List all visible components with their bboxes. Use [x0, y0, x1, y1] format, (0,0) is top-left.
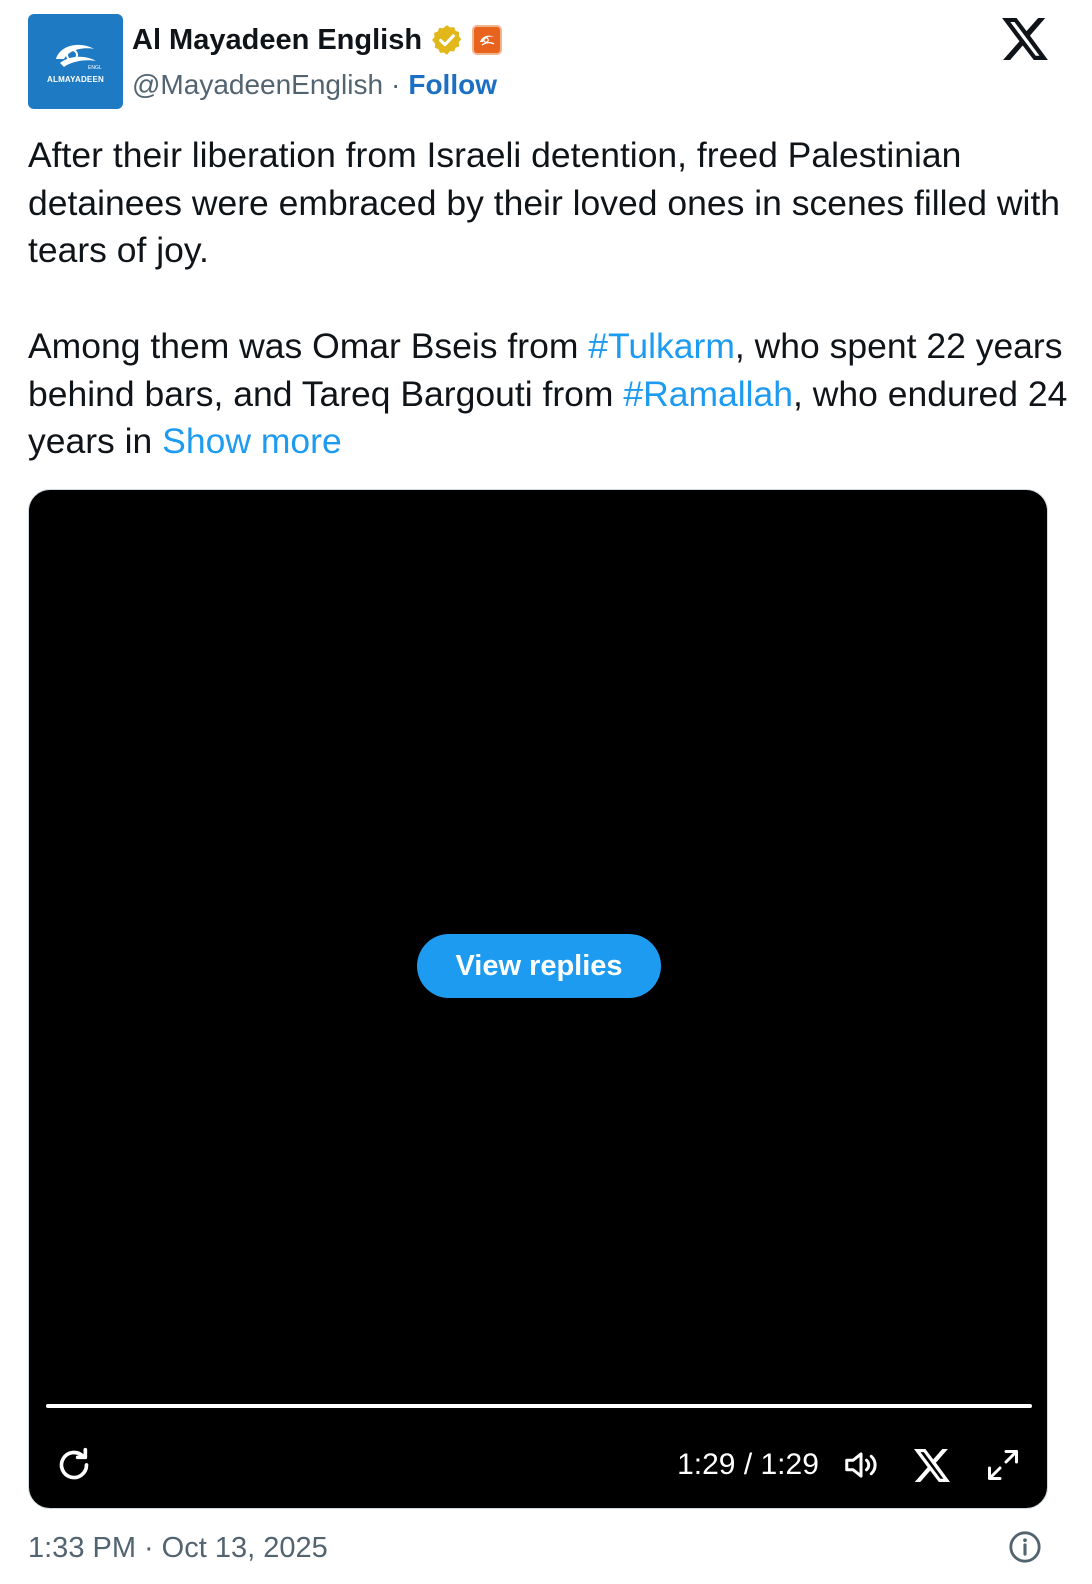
replay-icon	[59, 1447, 89, 1480]
svg-text:ENGLISH: ENGLISH	[88, 65, 102, 71]
affiliate-logo-icon	[480, 35, 495, 46]
x-logo-icon[interactable]	[1002, 18, 1048, 60]
tweet-text: After their liberation from Israeli dete…	[28, 132, 1068, 466]
affiliate-badge-icon[interactable]	[472, 25, 503, 55]
video-progress-bar[interactable]	[46, 1404, 1032, 1408]
x-logo-icon	[914, 1448, 950, 1482]
tweet-date: Oct 13, 2025	[161, 1531, 328, 1564]
hashtag-tulkarm-link[interactable]: #Tulkarm	[588, 326, 735, 366]
video-progress-fill	[46, 1404, 1032, 1408]
tweet-time: 1:33 PM	[28, 1531, 136, 1564]
tweet-paragraph-2: Among them was Omar Bseis from #Tulkarm,…	[28, 323, 1068, 466]
author-handle[interactable]: @MayadeenEnglish	[132, 69, 383, 101]
video-player[interactable]: View replies 1:29 / 1:29	[28, 489, 1048, 1509]
volume-icon	[845, 1452, 877, 1478]
hashtag-ramallah-link[interactable]: #Ramallah	[623, 374, 793, 414]
separator-dot: ·	[144, 1531, 154, 1564]
video-time-display: 1:29 / 1:29	[677, 1448, 819, 1481]
fullscreen-button[interactable]	[983, 1440, 1023, 1490]
author-avatar[interactable]: ENGLISH ALMAYADEEN	[28, 14, 123, 109]
avatar-logo-text: ALMAYADEEN	[47, 75, 104, 84]
follow-button[interactable]: Follow	[408, 69, 497, 101]
volume-button[interactable]	[841, 1440, 881, 1490]
author-handle-row: @MayadeenEnglish · Follow	[132, 66, 497, 104]
info-icon[interactable]	[1008, 1530, 1042, 1564]
author-name-row: Al Mayadeen English	[132, 20, 503, 60]
show-more-link[interactable]: Show more	[162, 421, 342, 461]
author-display-name[interactable]: Al Mayadeen English	[132, 24, 422, 57]
tweet-card: ENGLISH ALMAYADEEN Al Mayadeen English @…	[0, 0, 1092, 1584]
fullscreen-icon	[988, 1450, 1018, 1480]
x-share-button[interactable]	[913, 1440, 951, 1490]
replay-button[interactable]	[53, 1440, 95, 1490]
verified-badge-icon[interactable]	[430, 23, 464, 57]
separator-dot: ·	[391, 69, 401, 100]
tweet-text-segment: Among them was Omar Bseis from	[28, 325, 589, 366]
almayadeen-logo-icon: ENGLISH	[55, 44, 102, 71]
tweet-timestamp[interactable]: 1:33 PM · Oct 13, 2025	[28, 1528, 328, 1568]
view-replies-button[interactable]: View replies	[417, 934, 661, 998]
tweet-paragraph-1: After their liberation from Israeli dete…	[28, 135, 1061, 271]
